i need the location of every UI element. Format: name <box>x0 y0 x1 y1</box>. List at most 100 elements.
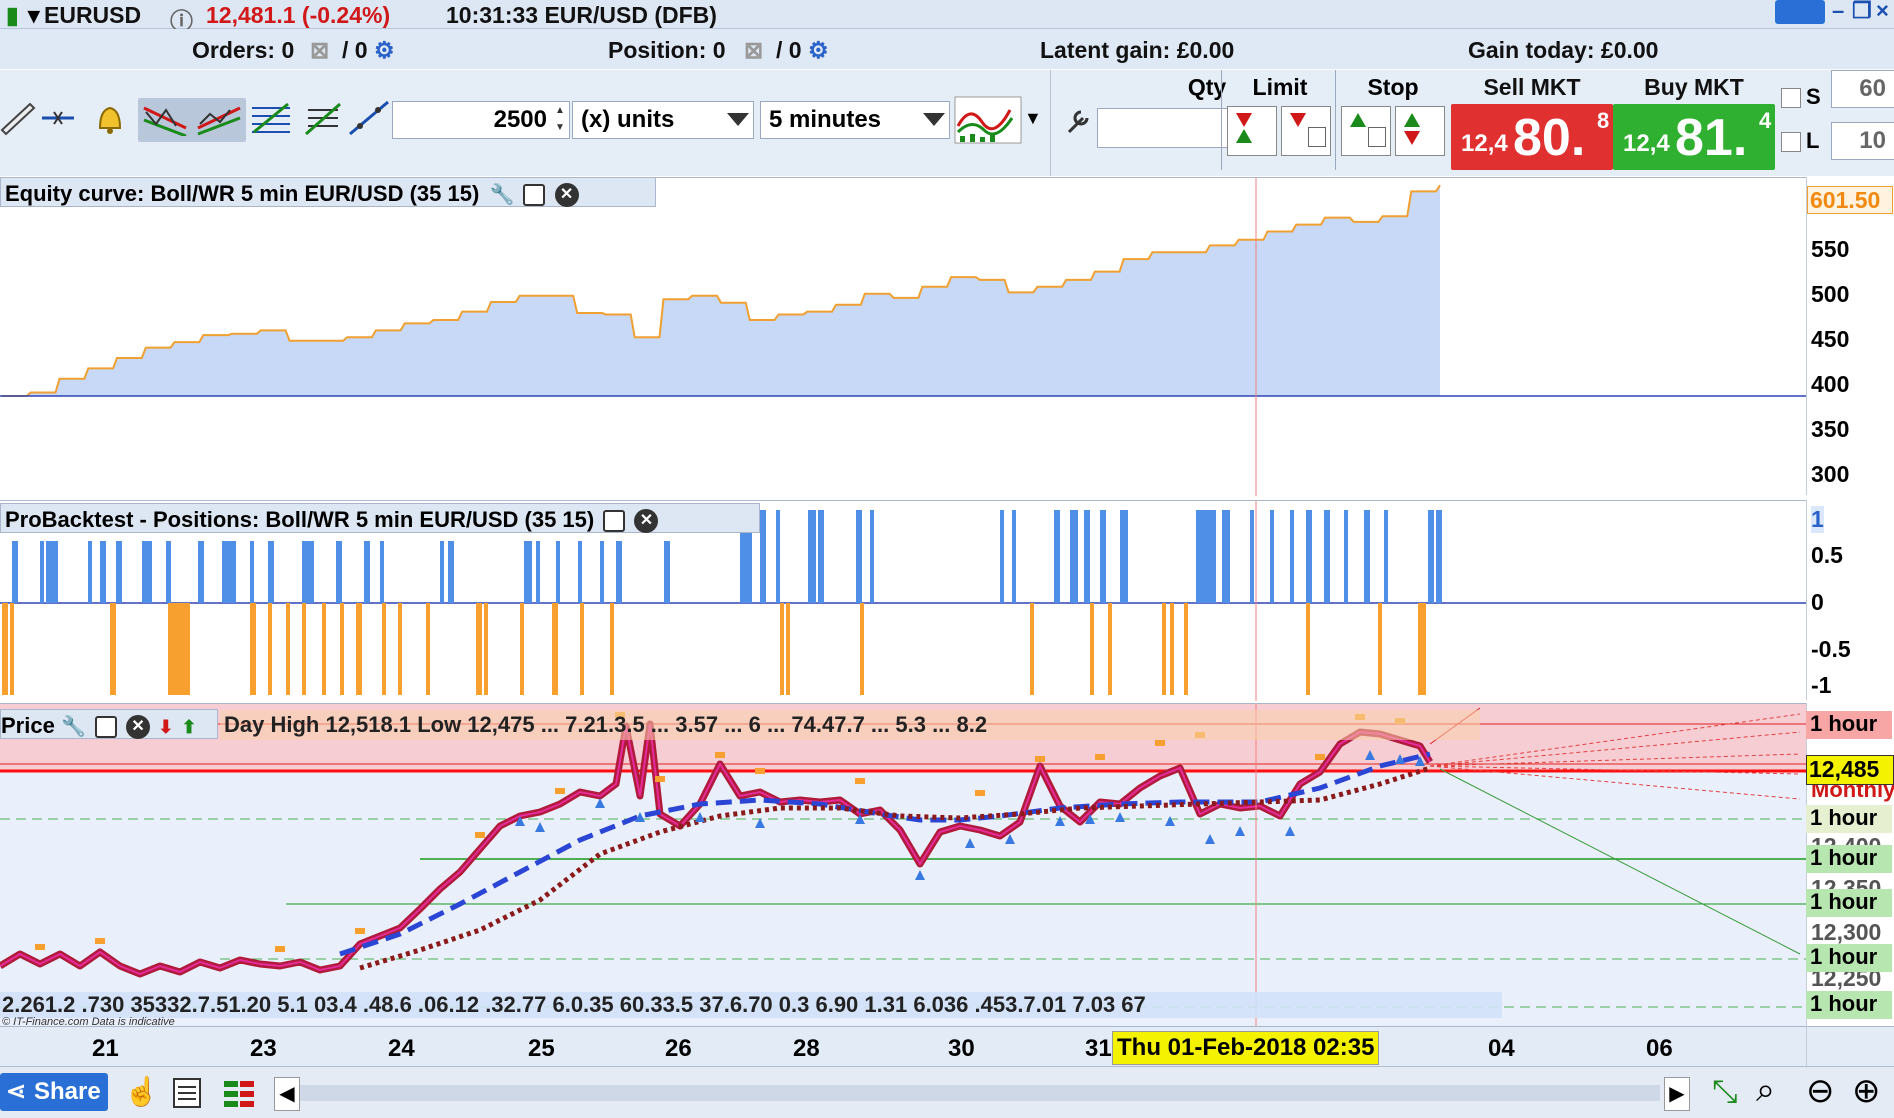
scroll-left-button[interactable]: ◀ <box>274 1077 300 1111</box>
share-button[interactable]: ⋖ Share <box>0 1073 108 1111</box>
equity-curve-chart <box>0 178 1806 496</box>
short-position-bar <box>356 603 362 695</box>
pointer-icon[interactable]: ☝ <box>124 1075 159 1108</box>
fibonacci-icon[interactable] <box>250 100 292 136</box>
indicator-dropdown-icon[interactable]: ▼ <box>1024 108 1042 129</box>
limit-distance-input[interactable]: 10 <box>1831 122 1894 160</box>
move-up-icon[interactable]: ⬆ <box>181 717 196 737</box>
short-position-bar <box>1306 603 1310 695</box>
zoom-out-icon[interactable]: ⊖ <box>1806 1071 1835 1111</box>
alert-bell-icon[interactable] <box>92 100 128 136</box>
units-dropdown-icon[interactable] <box>727 113 749 126</box>
sell-signal-marker <box>1155 740 1165 746</box>
long-position-bar <box>808 510 816 603</box>
title-bar: ▮ ▾ EURUSD ⓘ 12,481.1 (-0.24%) 10:31:33 … <box>0 0 1894 34</box>
timeframe-dropdown-icon[interactable] <box>923 113 945 126</box>
stop-distance-input[interactable]: 60 <box>1831 70 1894 108</box>
channel-down-icon[interactable] <box>142 100 188 136</box>
units-select[interactable]: (x) units <box>572 101 754 139</box>
wrench-icon[interactable]: 🔧 <box>61 716 86 738</box>
minimize-icon[interactable]: – <box>1832 0 1844 24</box>
position-settings-icon[interactable]: ⚙ <box>808 37 829 64</box>
quantity-stepper[interactable]: ▲ ▼ <box>552 102 568 138</box>
instrument-name[interactable]: EURUSD <box>44 2 141 29</box>
close-icon[interactable]: ✕ <box>634 509 659 534</box>
hour-tag: 1 hour <box>1806 805 1892 833</box>
keyboard-icon[interactable] <box>1775 0 1825 24</box>
move-down-icon[interactable]: ⬇ <box>158 717 173 737</box>
stop-buy-icon[interactable] <box>1341 106 1391 156</box>
channel-up-icon[interactable] <box>196 100 242 136</box>
close-icon[interactable]: ✕ <box>554 183 579 208</box>
table-icon[interactable] <box>222 1077 256 1109</box>
equity-y-tick: 350 <box>1811 416 1850 442</box>
buy-signal-arrow <box>695 812 705 822</box>
short-position-bar <box>382 603 386 695</box>
wrench-icon[interactable] <box>1061 104 1095 138</box>
price-panel: Day High 12,518.1 Low 12,475 ... 7.21.3.… <box>0 703 1806 1028</box>
quantity-input[interactable]: 2500 <box>392 101 570 139</box>
long-position-bar <box>440 541 444 603</box>
short-position-bar <box>1162 603 1166 695</box>
restore-icon[interactable]: ❐ <box>1852 0 1872 24</box>
buy-market-button[interactable]: Buy MKT 12,4 81. 4 <box>1613 74 1775 170</box>
instrument-dropdown-icon[interactable]: ▾ <box>28 2 40 29</box>
long-position-bar <box>870 510 874 603</box>
stop-header: Stop <box>1367 74 1419 100</box>
stop-checkbox[interactable] <box>1781 88 1801 108</box>
long-position-bar <box>524 541 532 603</box>
maximize-icon[interactable] <box>94 716 117 739</box>
positions-panel-title: ProBacktest - Positions: Boll/WR 5 min E… <box>5 507 595 532</box>
short-position-bar <box>398 603 402 695</box>
equity-y-tick: 300 <box>1811 461 1850 487</box>
x-axis-label: 31 <box>1085 1035 1112 1062</box>
buy-signal-arrow <box>1235 826 1245 836</box>
equity-panel-header: Equity curve: Boll/WR 5 min EUR/USD (35 … <box>0 177 656 208</box>
equity-panel-title: Equity curve: Boll/WR 5 min EUR/USD (35 … <box>5 181 480 206</box>
horizontal-line-icon[interactable] <box>40 100 76 136</box>
horizontal-scrollbar[interactable] <box>300 1085 1660 1101</box>
limit-checkbox[interactable] <box>1781 132 1801 152</box>
position-close-icon[interactable]: ⊠ <box>744 37 763 64</box>
limit-buy-icon[interactable] <box>1227 106 1277 156</box>
close-icon[interactable]: ✕ <box>126 715 151 740</box>
sell-signal-marker <box>1095 754 1105 760</box>
short-position-bar <box>322 603 326 695</box>
limit-sell-icon[interactable] <box>1281 106 1331 156</box>
maximize-icon[interactable] <box>523 184 546 207</box>
long-position-bar <box>1054 510 1060 603</box>
price-y-tick: 12,300 <box>1811 919 1882 945</box>
equity-curve-panel <box>0 177 1806 496</box>
stop-sell-icon[interactable] <box>1395 106 1445 156</box>
indicator-icon[interactable] <box>954 96 1022 144</box>
zoom-in-icon[interactable]: ⊕ <box>1852 1071 1881 1111</box>
wrench-icon[interactable]: 🔧 <box>489 184 514 206</box>
close-icon[interactable]: × <box>1876 0 1889 24</box>
long-position-bar <box>336 541 342 603</box>
auto-scale-icon[interactable]: ⤡ <box>1712 1073 1738 1111</box>
list-icon[interactable] <box>172 1077 202 1109</box>
ruler-icon[interactable] <box>0 100 36 136</box>
long-position-bar <box>1306 510 1312 603</box>
instrument-icon[interactable]: ▮ <box>6 2 19 29</box>
trendline-icon[interactable] <box>348 100 390 136</box>
status-bar: Orders: 0 ⊠ / 0 ⚙ Position: 0 ⊠ / 0 ⚙ La… <box>0 29 1894 69</box>
orders-cancel-icon[interactable]: ⊠ <box>310 37 329 64</box>
buy-signal-arrow <box>1285 826 1295 836</box>
equity-current-value: 601.50 <box>1807 186 1893 214</box>
zoom-fit-icon[interactable]: ⌕ <box>1756 1071 1775 1110</box>
sell-signal-marker <box>555 788 565 794</box>
sell-market-button[interactable]: Sell MKT 12,4 80. 8 <box>1451 74 1613 170</box>
long-position-bar <box>556 541 560 603</box>
scroll-right-button[interactable]: ▶ <box>1664 1077 1690 1111</box>
sell-fraction: 8 <box>1597 108 1610 133</box>
sell-signal-marker <box>475 832 485 838</box>
positions-y-tick: -1 <box>1811 672 1832 698</box>
maximize-icon[interactable] <box>603 510 626 533</box>
long-position-bar <box>1436 510 1442 603</box>
x-axis-label: 24 <box>388 1035 415 1062</box>
fibonacci-retracement-icon[interactable] <box>302 100 344 136</box>
orders-settings-icon[interactable]: ⚙ <box>374 37 395 64</box>
timeframe-select[interactable]: 5 minutes <box>760 101 950 139</box>
equity-y-tick: 400 <box>1811 371 1850 397</box>
